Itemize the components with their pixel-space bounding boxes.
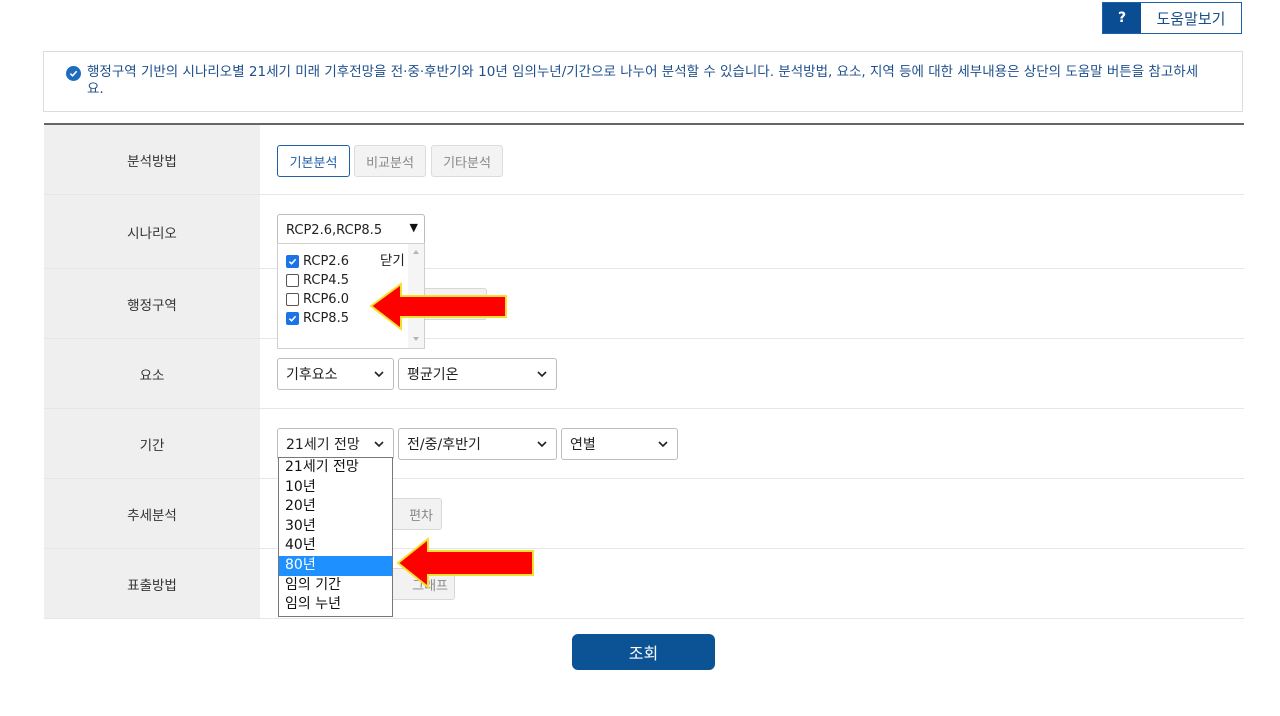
trend-deviation-label: 편차 bbox=[409, 508, 433, 524]
chevron-down-icon bbox=[537, 371, 547, 378]
scenario-select-value: RCP2.6,RCP8.5 bbox=[286, 222, 383, 238]
dropdown-triangle-icon: ▼ bbox=[409, 221, 418, 234]
element-category-value: 기후요소 bbox=[286, 367, 338, 383]
row-region: 행정구역 bbox=[44, 269, 1244, 339]
period-type-value: 21세기 전망 bbox=[286, 437, 360, 453]
label-period: 기간 bbox=[44, 409, 260, 478]
scenario-select[interactable]: RCP2.6,RCP8.5 ▼ bbox=[277, 214, 425, 246]
period-option[interactable]: 30년 bbox=[279, 517, 392, 537]
scenario-option-rcp85[interactable]: RCP8.5 bbox=[286, 311, 349, 326]
label-output: 표출방법 bbox=[44, 549, 260, 618]
chevron-down-icon bbox=[658, 441, 668, 448]
checkbox-unchecked-icon[interactable] bbox=[286, 293, 299, 306]
option-label: RCP8.5 bbox=[303, 311, 349, 326]
tab-compare-analysis[interactable]: 비교분석 bbox=[354, 145, 426, 177]
label-trend: 추세분석 bbox=[44, 479, 260, 548]
chevron-down-icon bbox=[374, 441, 384, 448]
tab-basic-analysis[interactable]: 기본분석 bbox=[277, 145, 350, 177]
chevron-down-icon bbox=[374, 371, 384, 378]
period-type-select[interactable]: 21세기 전망 bbox=[277, 428, 394, 460]
scroll-up-icon[interactable] bbox=[413, 250, 419, 254]
chevron-down-icon bbox=[537, 441, 547, 448]
option-label: RCP6.0 bbox=[303, 292, 349, 307]
scenario-option-rcp60[interactable]: RCP6.0 bbox=[286, 292, 349, 307]
period-range-select[interactable]: 전/중/후반기 bbox=[398, 428, 557, 460]
period-dropdown-list: 21세기 전망 10년 20년 30년 40년 80년 임의 기간 임의 누년 bbox=[278, 457, 393, 617]
scenario-option-rcp45[interactable]: RCP4.5 bbox=[286, 273, 349, 288]
element-item-select[interactable]: 평균기온 bbox=[398, 358, 557, 390]
label-scenario: 시나리오 bbox=[44, 195, 260, 268]
help-question-icon: ? bbox=[1103, 3, 1141, 33]
option-label: RCP4.5 bbox=[303, 273, 349, 288]
element-category-select[interactable]: 기후요소 bbox=[277, 358, 394, 390]
checkbox-checked-icon[interactable] bbox=[286, 255, 299, 268]
period-option[interactable]: 40년 bbox=[279, 536, 392, 556]
period-option[interactable]: 10년 bbox=[279, 478, 392, 498]
period-option[interactable]: 임의 기간 bbox=[279, 576, 392, 596]
row-period: 기간 21세기 전망 전/중/후반기 연별 bbox=[44, 409, 1244, 479]
row-output: 표출방법 그래프 bbox=[44, 549, 1244, 619]
period-option[interactable]: 21세기 전망 bbox=[279, 458, 392, 478]
annotation-arrow-icon bbox=[396, 537, 534, 589]
search-button[interactable]: 조회 bbox=[572, 634, 715, 670]
checkbox-unchecked-icon[interactable] bbox=[286, 274, 299, 287]
period-option[interactable]: 임의 누년 bbox=[279, 595, 392, 615]
help-button-label: 도움말보기 bbox=[1156, 9, 1226, 28]
period-option[interactable]: 20년 bbox=[279, 497, 392, 517]
analysis-form: 분석방법 기본분석 비교분석 기타분석 시나리오 RCP2.6,RCP8.5 ▼… bbox=[44, 123, 1244, 619]
element-item-value: 평균기온 bbox=[407, 367, 459, 383]
check-circle-icon bbox=[66, 66, 81, 81]
option-label: RCP2.6 bbox=[303, 254, 349, 269]
tab-other-analysis[interactable]: 기타분석 bbox=[431, 145, 503, 177]
notice-text: 행정구역 기반의 시나리오별 21세기 미래 기후전망을 전·중·후반기와 10… bbox=[87, 64, 1199, 97]
period-range-value: 전/중/후반기 bbox=[407, 437, 481, 453]
label-region: 행정구역 bbox=[44, 269, 260, 338]
info-notice: 행정구역 기반의 시나리오별 21세기 미래 기후전망을 전·중·후반기와 10… bbox=[43, 51, 1243, 112]
annotation-arrow-icon bbox=[369, 282, 507, 332]
label-element: 요소 bbox=[44, 339, 260, 408]
row-scenario: 시나리오 RCP2.6,RCP8.5 ▼ bbox=[44, 195, 1244, 269]
row-trend: 추세분석 편차 bbox=[44, 479, 1244, 549]
checkbox-checked-icon[interactable] bbox=[286, 312, 299, 325]
help-button[interactable]: ? 도움말보기 bbox=[1102, 2, 1242, 34]
scenario-option-rcp26[interactable]: RCP2.6 bbox=[286, 254, 349, 269]
scroll-down-icon[interactable] bbox=[413, 337, 419, 341]
close-button[interactable]: 닫기 bbox=[380, 249, 405, 269]
period-option-highlighted[interactable]: 80년 bbox=[279, 555, 392, 576]
period-unit-select[interactable]: 연별 bbox=[561, 428, 678, 460]
row-method: 분석방법 기본분석 비교분석 기타분석 bbox=[44, 125, 1244, 195]
period-unit-value: 연별 bbox=[570, 437, 596, 453]
row-element: 요소 기후요소 평균기온 bbox=[44, 339, 1244, 409]
label-method: 분석방법 bbox=[44, 125, 260, 194]
